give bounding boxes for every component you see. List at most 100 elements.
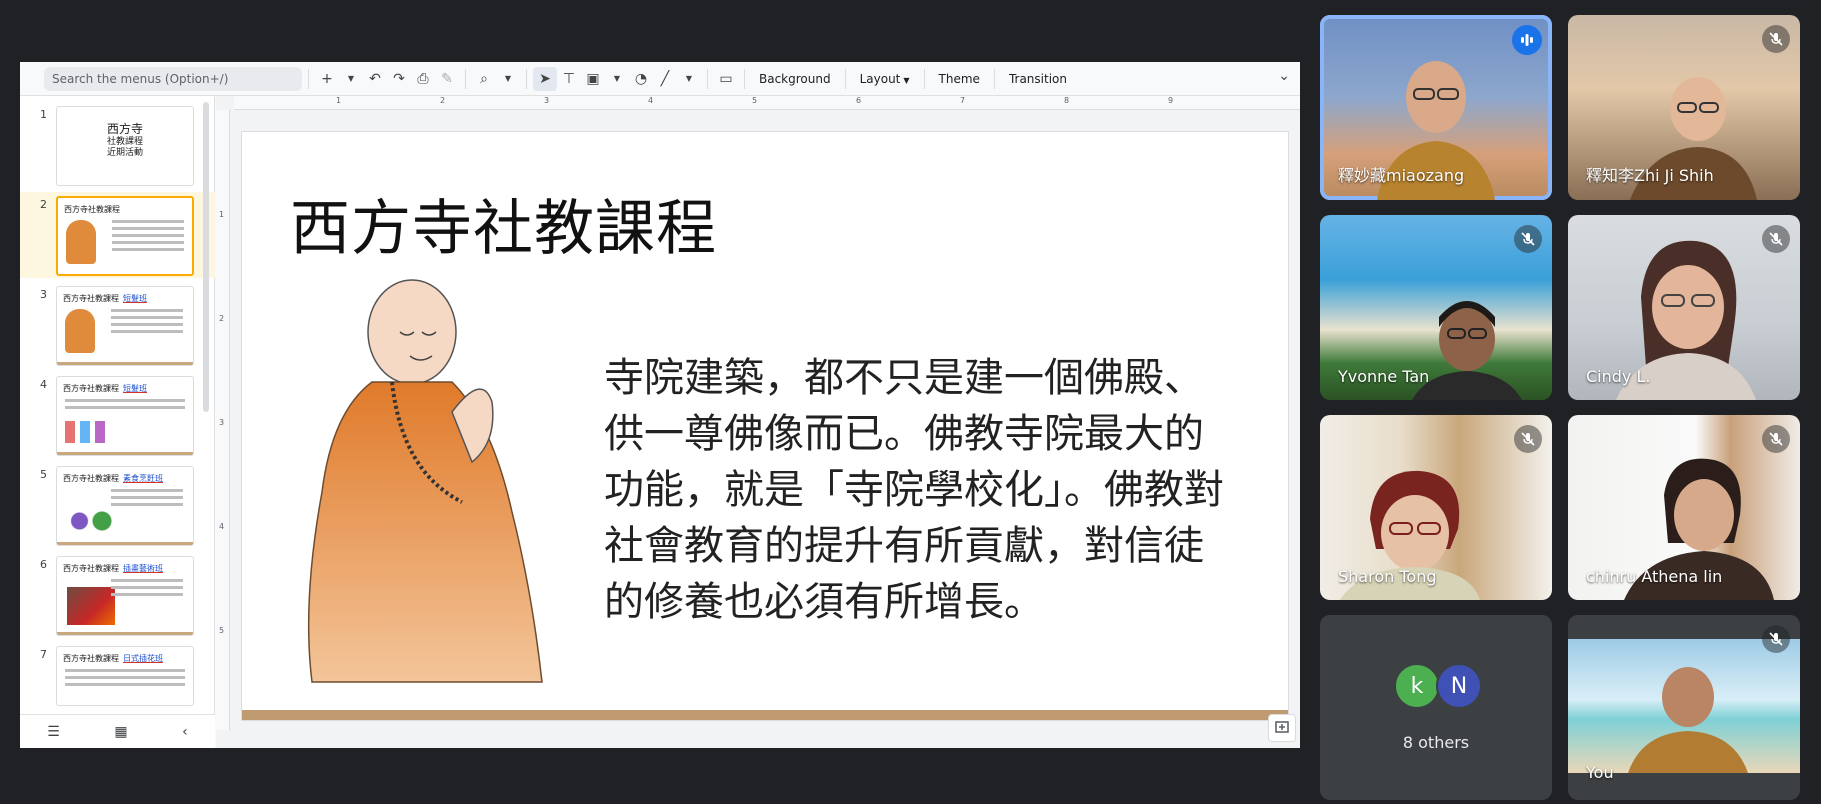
participant-name: 釋妙藏miaozang (1338, 166, 1465, 185)
ruler-mark: 5 (219, 626, 225, 635)
thumbnail-vegetables (67, 507, 117, 535)
thumbnail-title-text: 西方寺社教課程 (63, 654, 119, 663)
thumbnail-monk-figure (65, 309, 95, 353)
slides-toolbar: Search the menus (Option+/) + ▼ ↶ ↷ ⎙ ✎ … (20, 62, 1300, 96)
thumbnail-title: 西方寺社教課程 日式插花班 (63, 653, 163, 664)
others-count-label: 8 others (1402, 733, 1470, 752)
shape-icon[interactable]: ◔ (629, 67, 653, 91)
new-slide-icon[interactable]: + (315, 67, 339, 91)
slide-number: 4 (40, 378, 47, 391)
slide-thumbnail[interactable]: 西方寺社教課程 日式插花班 (56, 646, 194, 706)
participant-tile[interactable]: 釋妙藏miaozang (1320, 15, 1552, 200)
participant-tile[interactable]: chinru Athena lin (1568, 415, 1800, 600)
filmstrip-footer: ☰ ▦ ‹ (20, 714, 215, 748)
collapse-toolbar-icon[interactable]: ⌄ (1278, 68, 1290, 84)
slide-thumbnail[interactable]: 西方寺社教課程 短髮班 (56, 376, 194, 456)
ruler-mark: 3 (219, 418, 225, 427)
thumbnail-title: 西方寺社教課程 素食烹飪班 (63, 473, 163, 484)
slide-thumbnail-row-2[interactable]: 2 西方寺社教課程 (20, 192, 215, 278)
thumbnail-title: 西方寺社教課程 (64, 205, 120, 214)
slide-number: 2 (40, 198, 47, 211)
slide-thumbnail-row-6[interactable]: 6 西方寺社教課程 插畫藝術班 (20, 552, 215, 638)
participant-name: Cindy L. (1586, 367, 1651, 386)
ruler-mark: 2 (219, 314, 225, 323)
thumbnail-line: 近期活動 (106, 148, 143, 158)
filmstrip-view-icon[interactable]: ☰ (47, 724, 60, 740)
layout-label: Layout (859, 71, 901, 86)
slide-thumbnail-row-1[interactable]: 1 西方寺 社教課程 近期活動 (20, 102, 215, 188)
thumbnail-tag: 短髮班 (123, 294, 147, 303)
background-button[interactable]: Background (751, 72, 839, 86)
transition-button[interactable]: Transition (1001, 72, 1075, 86)
filmstrip-scrollbar[interactable] (203, 102, 209, 412)
slide-thumbnail-row-4[interactable]: 4 西方寺社教課程 短髮班 (20, 372, 215, 458)
self-video (1568, 639, 1800, 773)
slide-thumbnail[interactable]: 西方寺社教課程 插畫藝術班 (56, 556, 194, 636)
layout-button[interactable]: Layout ▼ (852, 72, 918, 86)
ruler-mark: 7 (960, 96, 966, 105)
others-tile[interactable]: k N 8 others (1320, 615, 1552, 800)
paint-format-icon[interactable]: ✎ (435, 67, 459, 91)
thumbnail-text-lines (65, 669, 185, 690)
avatar: N (1436, 663, 1482, 709)
toolbar-divider (526, 68, 527, 89)
thumbnail-title-block: 西方寺 社教課程 近期活動 (57, 121, 193, 159)
slide-number: 7 (40, 648, 47, 661)
slide-number: 1 (40, 108, 47, 121)
thumbnail-title: 西方寺社教課程 插畫藝術班 (63, 563, 163, 574)
thumbnail-photo (67, 587, 115, 625)
select-cursor-icon[interactable]: ➤ (533, 66, 557, 91)
participant-tile[interactable]: Cindy L. (1568, 215, 1800, 400)
speaking-indicator-icon (1512, 25, 1542, 55)
participant-name: chinru Athena lin (1586, 567, 1723, 586)
participant-tile[interactable]: 釋知李Zhi Ji Shih (1568, 15, 1800, 200)
horizontal-ruler: 1 2 3 4 5 6 7 8 9 (234, 96, 1300, 110)
theme-button[interactable]: Theme (931, 72, 988, 86)
slide-thumbnail-row-3[interactable]: 3 西方寺社教課程 短髮班 (20, 282, 215, 368)
thumbnail-tag: 素食烹飪班 (123, 474, 163, 483)
ruler-mark: 1 (336, 96, 342, 105)
text-box-icon[interactable]: ⊤ (557, 67, 581, 91)
self-tile[interactable]: You (1568, 615, 1800, 800)
comment-icon[interactable]: ▭ (714, 67, 738, 91)
slide-filmstrip[interactable]: 1 西方寺 社教課程 近期活動 2 西方寺社教課程 3 西方寺社教課程 短髮班 … (20, 96, 215, 748)
meet-window: Search the menus (Option+/) + ▼ ↶ ↷ ⎙ ✎ … (0, 0, 1821, 804)
toolbar-divider (993, 68, 995, 89)
zoom-icon[interactable]: ⌕ (472, 67, 496, 91)
slide-body-text[interactable]: 寺院建築，都不只是建一個佛殿、供一尊佛像而已。佛教寺院最大的功能，就是「寺院學校… (604, 350, 1224, 630)
collapse-filmstrip-icon[interactable]: ‹ (182, 724, 188, 740)
toolbar-divider (923, 68, 925, 89)
slide-thumbnail[interactable]: 西方寺社教課程 素食烹飪班 (56, 466, 194, 546)
participant-name: Yvonne Tan (1338, 367, 1430, 386)
zoom-dropdown-icon[interactable]: ▼ (496, 67, 520, 91)
participant-tile[interactable]: Yvonne Tan (1320, 215, 1552, 400)
participant-tile[interactable]: Sharon Tong (1320, 415, 1552, 600)
slide-number: 6 (40, 558, 47, 571)
line-icon[interactable]: ╱ (653, 67, 677, 91)
explore-icon[interactable] (1268, 714, 1296, 742)
image-dropdown-icon[interactable]: ▼ (605, 67, 629, 91)
mic-off-icon (1514, 425, 1542, 453)
slide-title[interactable]: 西方寺社教課程 (290, 180, 717, 267)
undo-icon[interactable]: ↶ (363, 67, 387, 91)
toolbar-divider (844, 68, 846, 89)
image-icon[interactable]: ▣ (581, 67, 605, 91)
thumbnail-text-lines (111, 309, 183, 337)
mic-off-icon (1762, 425, 1790, 453)
ruler-mark: 3 (544, 96, 550, 105)
redo-icon[interactable]: ↷ (387, 67, 411, 91)
slide-thumbnail-row-5[interactable]: 5 西方寺社教課程 素食烹飪班 (20, 462, 215, 548)
slide-thumbnail[interactable]: 西方寺 社教課程 近期活動 (56, 106, 194, 186)
thumbnail-text-lines (111, 579, 183, 600)
slide-canvas[interactable]: 西方寺社教課程 寺院建築，都不只是建一個佛殿、供一尊佛像而已。佛教寺院最大的功能… (242, 132, 1288, 720)
slide-thumbnail-selected[interactable]: 西方寺社教課程 (56, 196, 194, 276)
ruler-mark: 1 (219, 210, 225, 219)
grid-view-icon[interactable]: ▦ (114, 724, 127, 740)
slide-thumbnail[interactable]: 西方寺社教課程 短髮班 (56, 286, 194, 366)
line-dropdown-icon[interactable]: ▼ (677, 67, 701, 91)
participant-name: Sharon Tong (1338, 567, 1437, 586)
print-icon[interactable]: ⎙ (411, 67, 435, 91)
new-slide-dropdown-icon[interactable]: ▼ (339, 67, 363, 91)
menu-search-input[interactable]: Search the menus (Option+/) (44, 66, 302, 91)
ruler-mark: 4 (648, 96, 654, 105)
